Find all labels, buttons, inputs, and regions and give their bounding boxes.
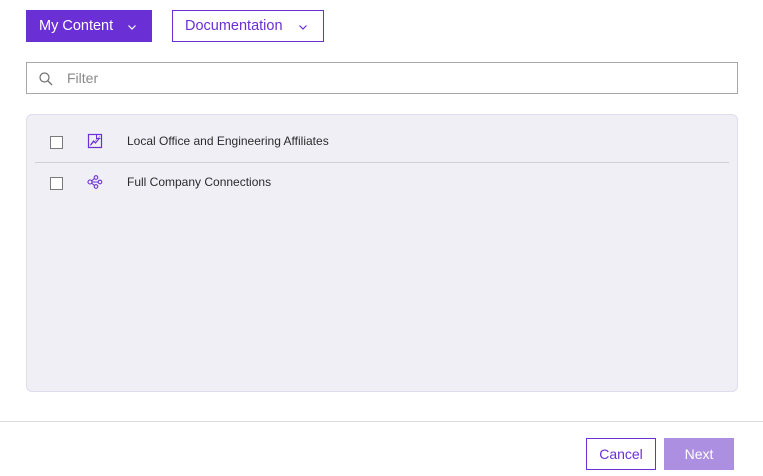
list-item[interactable]: Local Office and Engineering Affiliates	[35, 122, 729, 163]
search-icon	[39, 72, 53, 86]
item-checkbox[interactable]	[50, 177, 63, 190]
footer-divider	[0, 421, 763, 422]
folder-label: Documentation	[185, 18, 283, 34]
network-icon	[87, 175, 103, 189]
content-list: Local Office and Engineering Affiliates …	[26, 114, 738, 392]
item-checkbox[interactable]	[50, 136, 63, 149]
my-content-label: My Content	[39, 18, 114, 34]
filter-input[interactable]	[67, 63, 727, 93]
next-button[interactable]: Next	[664, 438, 734, 470]
my-content-dropdown[interactable]: My Content	[26, 10, 152, 42]
chevron-down-icon	[299, 25, 307, 30]
item-title: Full Company Connections	[127, 175, 272, 189]
folder-dropdown[interactable]: Documentation	[172, 10, 324, 42]
cancel-button[interactable]: Cancel	[586, 438, 656, 470]
list-item[interactable]: Full Company Connections	[35, 163, 729, 204]
item-title: Local Office and Engineering Affiliates	[127, 134, 329, 148]
map-image-icon	[87, 133, 103, 149]
chevron-down-icon	[128, 25, 136, 30]
filter-box	[26, 62, 738, 94]
